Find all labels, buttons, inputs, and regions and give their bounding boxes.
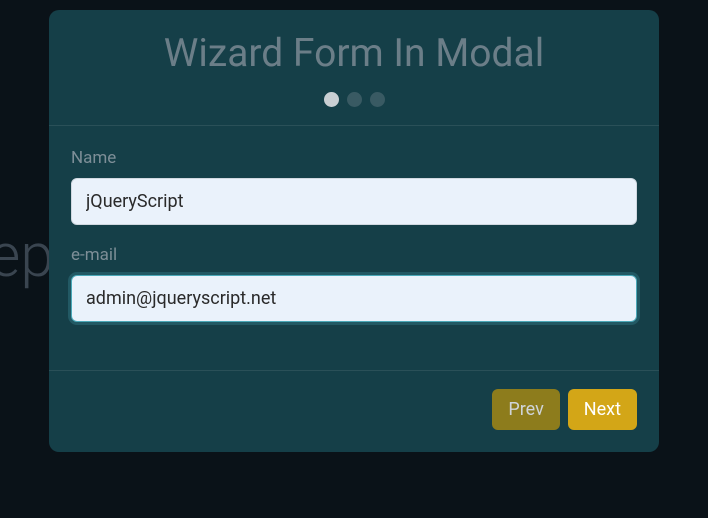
- modal-body: Name e-mail: [49, 125, 659, 370]
- email-input[interactable]: [71, 275, 637, 322]
- background-text: tep: [0, 220, 54, 291]
- next-button[interactable]: Next: [568, 389, 637, 430]
- modal-title: Wizard Form In Modal: [69, 30, 639, 76]
- name-label: Name: [71, 148, 637, 168]
- wizard-modal: Wizard Form In Modal Name e-mail Prev Ne…: [49, 10, 659, 452]
- form-group-email: e-mail: [71, 245, 637, 322]
- modal-header: Wizard Form In Modal: [49, 10, 659, 125]
- step-dot-1[interactable]: [324, 92, 339, 107]
- form-group-name: Name: [71, 148, 637, 225]
- prev-button[interactable]: Prev: [492, 389, 559, 430]
- modal-footer: Prev Next: [49, 370, 659, 452]
- step-indicator: [69, 92, 639, 107]
- email-label: e-mail: [71, 245, 637, 265]
- step-dot-2[interactable]: [347, 92, 362, 107]
- step-dot-3[interactable]: [370, 92, 385, 107]
- name-input[interactable]: [71, 178, 637, 225]
